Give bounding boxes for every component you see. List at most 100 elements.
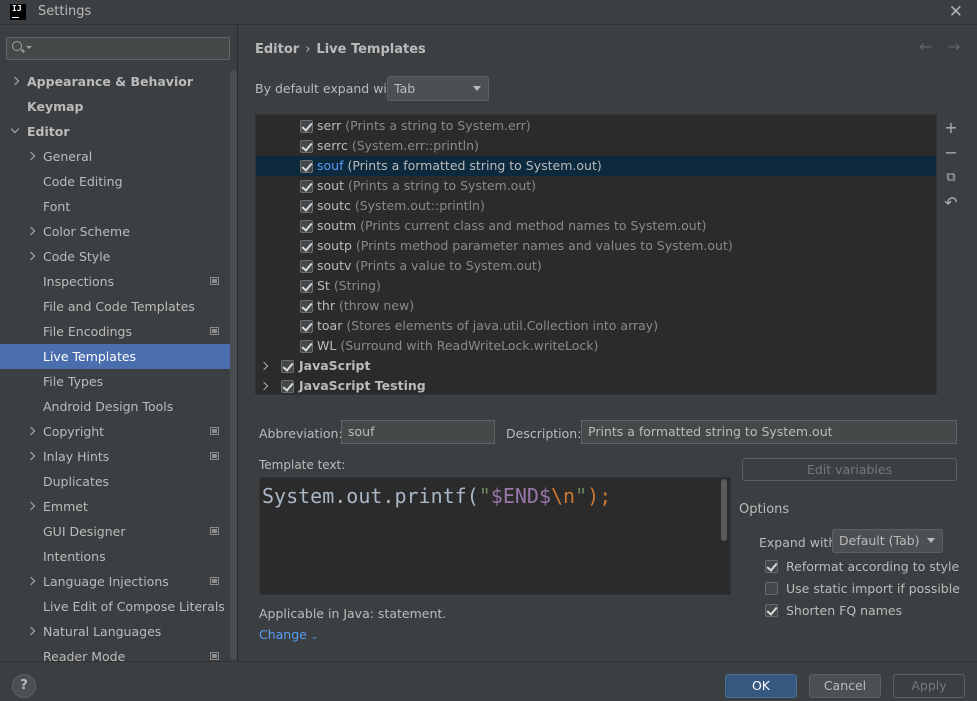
sidebar-item-general[interactable]: General: [0, 144, 237, 169]
chevron-right-icon[interactable]: [259, 381, 269, 391]
description-input[interactable]: Prints a formatted string to System.out: [581, 420, 957, 444]
ok-button[interactable]: OK: [725, 674, 797, 698]
abbreviation-input[interactable]: souf: [341, 420, 495, 444]
template-row[interactable]: soutm (Prints current class and method n…: [256, 216, 936, 236]
chevron-down-icon[interactable]: [10, 124, 20, 134]
template-row[interactable]: souf (Prints a formatted string to Syste…: [256, 156, 936, 176]
template-checkbox[interactable]: [300, 200, 313, 213]
template-checkbox[interactable]: [300, 140, 313, 153]
template-text-editor[interactable]: System.out.printf("$END$\n");: [259, 477, 731, 595]
code-quote-close: ": [575, 484, 588, 508]
sidebar-item-reader-mode[interactable]: Reader Mode: [0, 644, 237, 661]
sidebar-item-gui-designer[interactable]: GUI Designer: [0, 519, 237, 544]
chevron-right-icon[interactable]: [26, 451, 36, 461]
sidebar-item-live-edit-of-compose-literals[interactable]: Live Edit of Compose Literals: [0, 594, 237, 619]
reformat-checkbox[interactable]: [765, 560, 778, 573]
forward-arrow-icon[interactable]: →: [947, 37, 960, 56]
sidebar-item-label: Color Scheme: [43, 224, 130, 239]
sidebar-item-editor[interactable]: Editor: [0, 119, 237, 144]
chevron-right-icon[interactable]: [26, 226, 36, 236]
template-row[interactable]: toar (Stores elements of java.util.Colle…: [256, 316, 936, 336]
template-checkbox[interactable]: [300, 340, 313, 353]
chevron-right-icon[interactable]: [26, 426, 36, 436]
sidebar-item-inlay-hints[interactable]: Inlay Hints: [0, 444, 237, 469]
template-description: (System.out::println): [354, 198, 485, 213]
template-row[interactable]: serr (Prints a string to System.err): [256, 116, 936, 136]
expand-with-select[interactable]: Default (Tab): [832, 529, 943, 553]
add-icon[interactable]: +: [943, 120, 959, 136]
sidebar-item-file-encodings[interactable]: File Encodings: [0, 319, 237, 344]
template-row[interactable]: serrc (System.err::println): [256, 136, 936, 156]
chevron-right-icon[interactable]: [26, 576, 36, 586]
template-checkbox[interactable]: [300, 160, 313, 173]
sidebar-item-intentions[interactable]: Intentions: [0, 544, 237, 569]
sidebar-item-file-and-code-templates[interactable]: File and Code Templates: [0, 294, 237, 319]
chevron-right-icon[interactable]: [10, 76, 20, 86]
sidebar-item-code-editing[interactable]: Code Editing: [0, 169, 237, 194]
chevron-right-icon[interactable]: [26, 501, 36, 511]
revert-icon[interactable]: ↶: [943, 195, 959, 211]
sidebar-item-code-style[interactable]: Code Style: [0, 244, 237, 269]
sidebar-item-android-design-tools[interactable]: Android Design Tools: [0, 394, 237, 419]
template-row[interactable]: thr (throw new): [256, 296, 936, 316]
sidebar-item-copyright[interactable]: Copyright: [0, 419, 237, 444]
template-row[interactable]: soutv (Prints a value to System.out): [256, 256, 936, 276]
apply-button[interactable]: Apply: [893, 674, 965, 698]
close-icon[interactable]: ✕: [949, 2, 963, 22]
template-row[interactable]: sout (Prints a string to System.out): [256, 176, 936, 196]
expand-default-value: Tab: [394, 81, 416, 96]
remove-icon[interactable]: −: [943, 145, 959, 161]
sidebar-item-natural-languages[interactable]: Natural Languages: [0, 619, 237, 644]
template-checkbox[interactable]: [300, 120, 313, 133]
breadcrumb-parent[interactable]: Editor: [255, 42, 299, 57]
template-description: (Surround with ReadWriteLock.writeLock): [340, 338, 599, 353]
project-level-icon: [210, 427, 219, 435]
sidebar-item-inspections[interactable]: Inspections: [0, 269, 237, 294]
template-group-row[interactable]: JavaScript: [256, 356, 936, 376]
sidebar-item-live-templates[interactable]: Live Templates: [0, 344, 237, 369]
template-checkbox[interactable]: [300, 260, 313, 273]
template-checkbox[interactable]: [300, 180, 313, 193]
chevron-down-icon: [927, 538, 935, 543]
template-row[interactable]: soutp (Prints method parameter names and…: [256, 236, 936, 256]
template-text-label: Template text:: [259, 458, 346, 472]
template-row[interactable]: WL (Surround with ReadWriteLock.writeLoc…: [256, 336, 936, 356]
template-checkbox[interactable]: [300, 240, 313, 253]
template-row[interactable]: soutc (System.out::println): [256, 196, 936, 216]
sidebar-item-font[interactable]: Font: [0, 194, 237, 219]
template-group-checkbox[interactable]: [281, 360, 294, 373]
sidebar-item-emmet[interactable]: Emmet: [0, 494, 237, 519]
static-import-checkbox[interactable]: [765, 582, 778, 595]
copy-icon[interactable]: ⧉: [943, 170, 959, 186]
cancel-button[interactable]: Cancel: [809, 674, 881, 698]
template-checkbox[interactable]: [300, 320, 313, 333]
edit-variables-button[interactable]: Edit variables: [742, 458, 957, 481]
sidebar-item-language-injections[interactable]: Language Injections: [0, 569, 237, 594]
sidebar-scrollbar[interactable]: [230, 70, 237, 660]
sidebar-item-appearance-behavior[interactable]: Appearance & Behavior: [0, 69, 237, 94]
change-context-link[interactable]: Change ⌄: [259, 627, 318, 642]
template-row[interactable]: St (String): [256, 276, 936, 296]
search-input[interactable]: [6, 37, 230, 60]
sidebar-item-duplicates[interactable]: Duplicates: [0, 469, 237, 494]
sidebar-item-label: Natural Languages: [43, 624, 162, 639]
template-checkbox[interactable]: [300, 280, 313, 293]
sidebar-item-keymap[interactable]: Keymap: [0, 94, 237, 119]
chevron-right-icon[interactable]: [26, 151, 36, 161]
shorten-fq-checkbox[interactable]: [765, 604, 778, 617]
search-history-dropdown-icon[interactable]: [26, 46, 32, 49]
template-checkbox[interactable]: [300, 220, 313, 233]
sidebar-item-color-scheme[interactable]: Color Scheme: [0, 219, 237, 244]
expand-default-select[interactable]: Tab: [387, 76, 489, 101]
sidebar-item-file-types[interactable]: File Types: [0, 369, 237, 394]
template-group-checkbox[interactable]: [281, 380, 294, 393]
template-checkbox[interactable]: [300, 300, 313, 313]
editor-scrollbar[interactable]: [721, 479, 727, 541]
template-abbreviation: WL: [317, 338, 337, 353]
template-group-row[interactable]: JavaScript Testing: [256, 376, 936, 394]
help-button[interactable]: ?: [12, 674, 36, 698]
back-arrow-icon[interactable]: ←: [919, 37, 932, 56]
chevron-right-icon[interactable]: [26, 626, 36, 636]
chevron-right-icon[interactable]: [259, 361, 269, 371]
chevron-right-icon[interactable]: [26, 251, 36, 261]
